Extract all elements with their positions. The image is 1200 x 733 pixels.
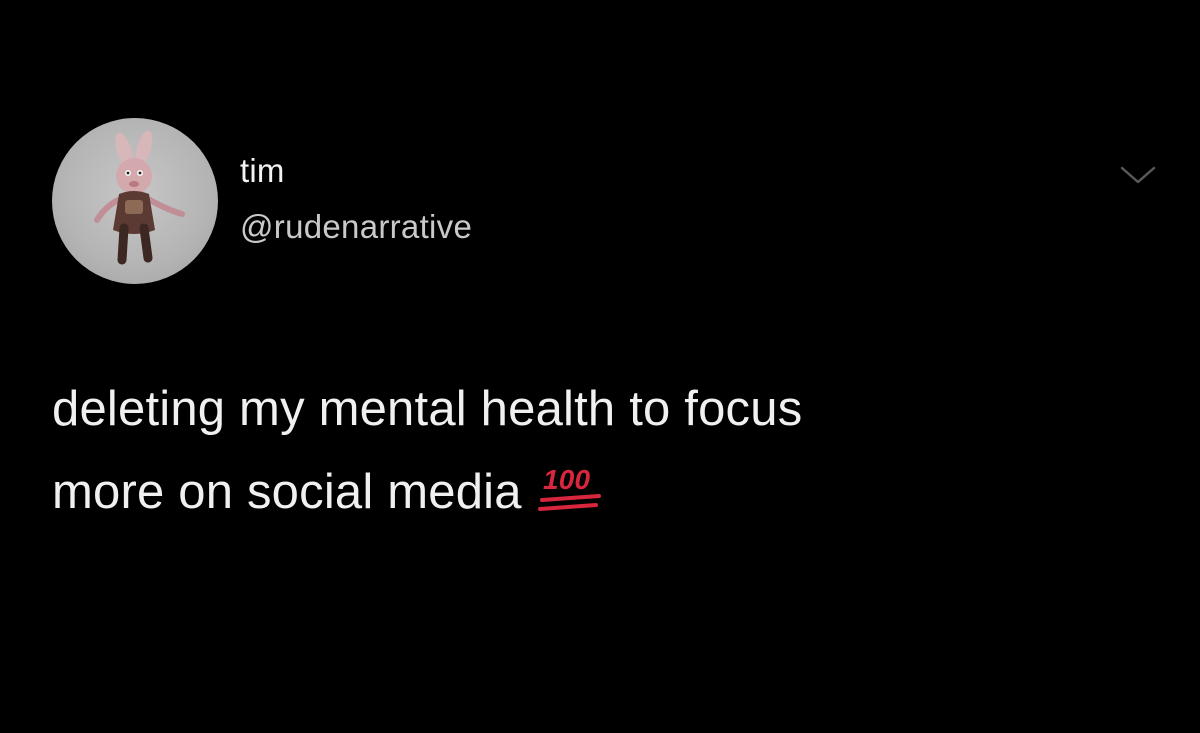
- display-name[interactable]: tim: [240, 151, 285, 191]
- bunny-avatar-icon: [94, 130, 185, 265]
- tweet-text-line-1: deleting my mental health to focus: [52, 382, 803, 436]
- avatar[interactable]: [52, 118, 218, 284]
- user-handle[interactable]: @rudenarrative: [240, 207, 472, 247]
- tweet-text-line-2: more on social media 100: [52, 451, 1132, 534]
- hundred-points-emoji-text: 100: [543, 464, 591, 495]
- tweet-text: deleting my mental health to focus more …: [52, 368, 1132, 534]
- hundred-points-emoji: 100: [537, 464, 601, 512]
- chevron-down-icon[interactable]: [1118, 160, 1158, 190]
- tweet-text-line-2-words: more on social media: [52, 465, 522, 519]
